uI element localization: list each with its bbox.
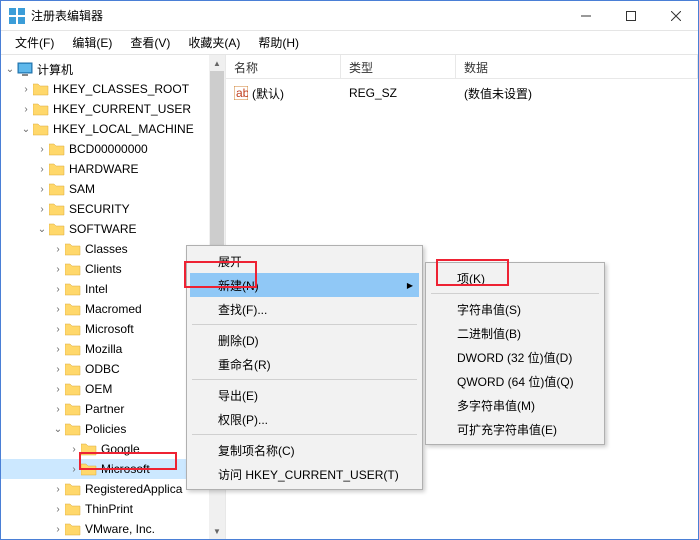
computer-icon [17, 62, 33, 76]
tree-computer[interactable]: ⌄计算机 [1, 59, 225, 79]
folder-icon [81, 442, 97, 456]
folder-icon [65, 262, 81, 276]
folder-icon [49, 182, 65, 196]
folder-icon [65, 242, 81, 256]
col-name[interactable]: 名称 [226, 55, 341, 78]
ctx-permissions[interactable]: 权限(P)... [190, 407, 419, 431]
ctx-new-qword[interactable]: QWORD (64 位)值(Q) [429, 369, 601, 393]
folder-icon [65, 402, 81, 416]
ctx-separator [192, 434, 417, 435]
value-row-default[interactable]: (默认) REG_SZ (数值未设置) [226, 83, 698, 103]
ctx-separator [431, 293, 599, 294]
folder-icon [49, 162, 65, 176]
content-area: ⌄计算机 ›HKEY_CLASSES_ROOT ›HKEY_CURRENT_US… [1, 55, 698, 539]
list-header: 名称 类型 数据 [226, 55, 698, 79]
ctx-new-dword[interactable]: DWORD (32 位)值(D) [429, 345, 601, 369]
tree-hkcr[interactable]: ›HKEY_CLASSES_ROOT [1, 79, 225, 99]
window-controls [563, 1, 698, 30]
folder-icon [33, 82, 49, 96]
ctx-delete[interactable]: 删除(D) [190, 328, 419, 352]
ctx-new-binary[interactable]: 二进制值(B) [429, 321, 601, 345]
tree-software[interactable]: ⌄SOFTWARE [1, 219, 225, 239]
ctx-new-key[interactable]: 项(K) [429, 266, 601, 290]
folder-icon [65, 482, 81, 496]
tree-bcd[interactable]: ›BCD00000000 [1, 139, 225, 159]
ctx-find[interactable]: 查找(F)... [190, 297, 419, 321]
ctx-separator [192, 379, 417, 380]
menu-view[interactable]: 查看(V) [122, 31, 178, 54]
menu-help[interactable]: 帮助(H) [250, 31, 307, 54]
menu-edit[interactable]: 编辑(E) [64, 31, 120, 54]
folder-icon [65, 282, 81, 296]
titlebar[interactable]: 注册表编辑器 [1, 1, 698, 31]
folder-icon [81, 462, 97, 476]
context-submenu-new: 项(K) 字符串值(S) 二进制值(B) DWORD (32 位)值(D) QW… [425, 262, 605, 445]
app-icon [9, 8, 25, 24]
close-button[interactable] [653, 1, 698, 30]
folder-icon [49, 142, 65, 156]
ctx-new-multi[interactable]: 多字符串值(M) [429, 393, 601, 417]
scroll-up-icon[interactable]: ▲ [209, 55, 225, 71]
ctx-export[interactable]: 导出(E) [190, 383, 419, 407]
ctx-expand[interactable]: 展开 [190, 249, 419, 273]
tree-hardware[interactable]: ›HARDWARE [1, 159, 225, 179]
context-menu: 展开 新建(N) 查找(F)... 删除(D) 重命名(R) 导出(E) 权限(… [186, 245, 423, 490]
ctx-new[interactable]: 新建(N) [190, 273, 419, 297]
tree-security[interactable]: ›SECURITY [1, 199, 225, 219]
menu-favorites[interactable]: 收藏夹(A) [180, 31, 248, 54]
tree-vmware[interactable]: ›VMware, Inc. [1, 519, 225, 539]
ctx-new-string[interactable]: 字符串值(S) [429, 297, 601, 321]
folder-icon [65, 382, 81, 396]
folder-icon [33, 102, 49, 116]
col-type[interactable]: 类型 [341, 55, 456, 78]
window: 注册表编辑器 文件(F) 编辑(E) 查看(V) 收藏夹(A) 帮助(H) ⌄计… [0, 0, 699, 540]
ctx-copykey[interactable]: 复制项名称(C) [190, 438, 419, 462]
folder-icon [65, 522, 81, 536]
folder-icon [65, 362, 81, 376]
ctx-goto-hkcu[interactable]: 访问 HKEY_CURRENT_USER(T) [190, 462, 419, 486]
col-data[interactable]: 数据 [456, 55, 698, 78]
menu-file[interactable]: 文件(F) [7, 31, 62, 54]
folder-icon [49, 202, 65, 216]
window-title: 注册表编辑器 [31, 7, 563, 24]
folder-icon [65, 302, 81, 316]
scroll-down-icon[interactable]: ▼ [209, 523, 225, 539]
folder-icon [65, 422, 81, 436]
folder-icon [65, 502, 81, 516]
minimize-button[interactable] [563, 1, 608, 30]
menubar: 文件(F) 编辑(E) 查看(V) 收藏夹(A) 帮助(H) [1, 31, 698, 55]
ctx-rename[interactable]: 重命名(R) [190, 352, 419, 376]
folder-icon [49, 222, 65, 236]
folder-icon [65, 322, 81, 336]
ctx-separator [192, 324, 417, 325]
string-value-icon [234, 86, 248, 100]
ctx-new-expand[interactable]: 可扩充字符串值(E) [429, 417, 601, 441]
folder-icon [65, 342, 81, 356]
tree-hkcu[interactable]: ›HKEY_CURRENT_USER [1, 99, 225, 119]
maximize-button[interactable] [608, 1, 653, 30]
tree-thinprint[interactable]: ›ThinPrint [1, 499, 225, 519]
tree-sam[interactable]: ›SAM [1, 179, 225, 199]
folder-icon [33, 122, 49, 136]
tree-hklm[interactable]: ⌄HKEY_LOCAL_MACHINE [1, 119, 225, 139]
